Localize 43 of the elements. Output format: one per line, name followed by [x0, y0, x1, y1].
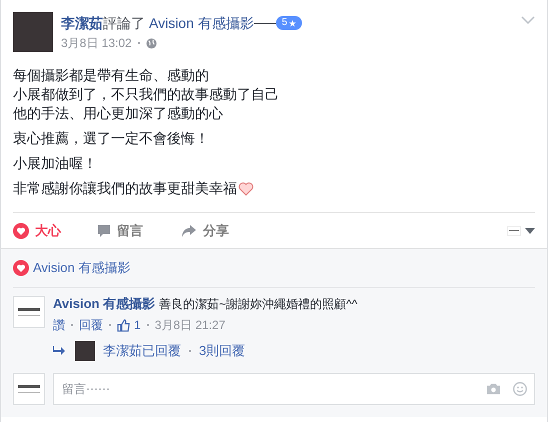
caret-icon[interactable] [525, 228, 535, 234]
post-text-line: 衷心推薦，選了一定不會後悔！ [13, 129, 209, 148]
logo-thumbnail [13, 373, 45, 405]
like-link[interactable]: 讚 [53, 317, 65, 333]
action-text: 評論了 [103, 14, 145, 32]
thumbs-up-icon [117, 318, 130, 332]
author-name[interactable]: 李潔茹 [61, 14, 103, 32]
logo-thumbnail [507, 226, 521, 236]
comment-author[interactable]: Avision 有感攝影 [53, 296, 156, 312]
smiley-icon[interactable] [513, 382, 527, 396]
action-button[interactable]: 留言 [97, 220, 181, 240]
separator-dot [189, 350, 191, 352]
chevron-down-icon[interactable] [521, 16, 535, 24]
post-text-line: 非常感謝你讓我們的故事更甜美幸福 [13, 179, 237, 198]
like-count[interactable]: 1 [134, 317, 141, 333]
separator-dot [109, 324, 111, 326]
separator-dot [71, 324, 73, 326]
post-time[interactable]: 3月8日 13:02 [61, 34, 132, 52]
rating-badge: 5 [276, 16, 302, 30]
page-link[interactable]: Avision 有感攝影 [149, 14, 254, 32]
heart-icon [238, 182, 254, 196]
reaction-name[interactable]: Avision 有感攝影 [33, 258, 130, 278]
post-text-line: 小展加油喔！ [13, 154, 97, 173]
share-arrow-icon [181, 224, 197, 238]
comment-time[interactable]: 3月8日 21:27 [154, 317, 226, 333]
post-text-line: 他的手法、用心更加深了感動的心 [13, 104, 223, 123]
post-text-line: 小展都做到了，不只我們的故事感動了自己 [13, 85, 279, 104]
separator-dot [138, 42, 140, 44]
comment-text: 善良的潔茹~謝謝妳沖繩婚禮的照顧^^ [159, 296, 358, 312]
comment-input[interactable]: 留言⋯⋯ [53, 373, 535, 405]
avatar-placeholder [13, 12, 53, 52]
reply-link[interactable]: 回覆 [79, 317, 103, 333]
star-icon [289, 20, 296, 26]
post-text-line: 每個攝影都是帶有生命、感動的 [13, 66, 209, 85]
separator-dot [146, 324, 149, 326]
replied-by-link[interactable]: 李潔茹已回覆 [103, 343, 181, 359]
action-button[interactable]: 分享 [181, 220, 265, 240]
action-button[interactable]: 大心 [13, 220, 97, 240]
reply-count-link[interactable]: 3則回覆 [199, 343, 246, 359]
logo-thumbnail [13, 296, 45, 328]
avatar-placeholder [75, 341, 95, 361]
speech-bubble-icon [97, 224, 111, 238]
reply-arrow-icon [53, 346, 65, 356]
